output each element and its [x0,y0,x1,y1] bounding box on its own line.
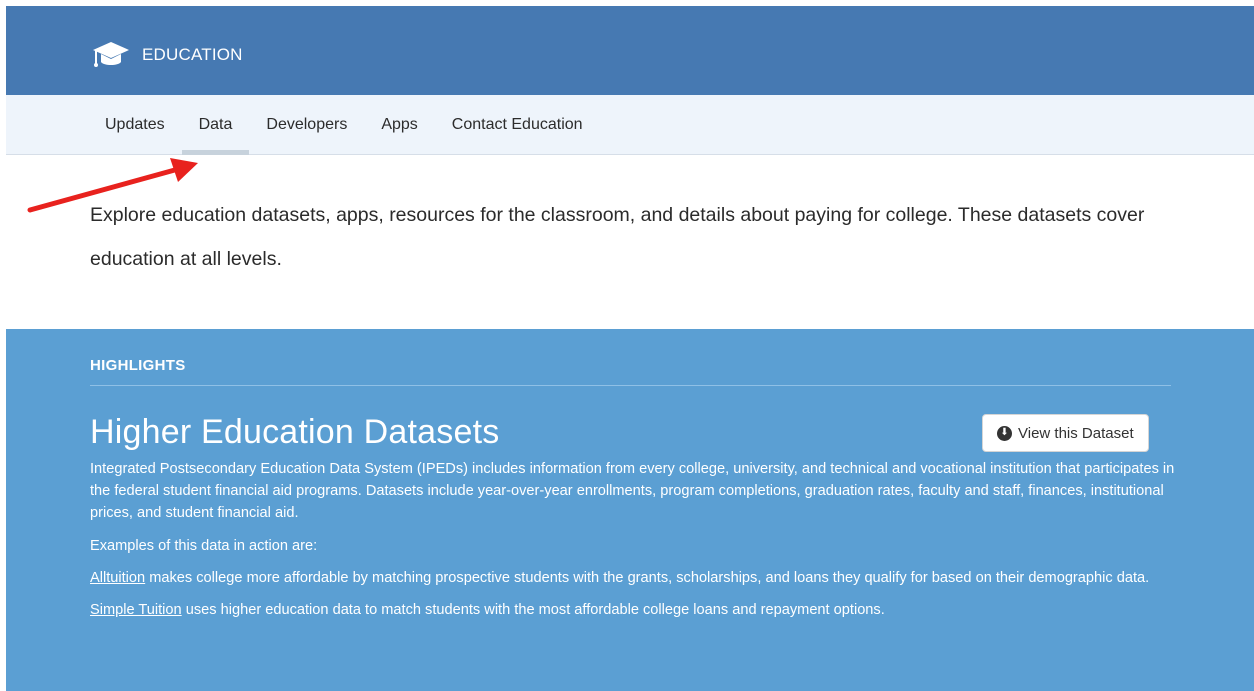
alltuition-link[interactable]: Alltuition [90,570,145,586]
example-item: Alltuition makes college more affordable… [90,567,1175,589]
top-header: EDUCATION [6,6,1254,95]
nav-item-developers[interactable]: Developers [249,95,364,155]
brand[interactable]: EDUCATION [92,40,243,70]
highlight-title: Higher Education Datasets [90,413,500,451]
site-title: EDUCATION [142,45,243,64]
nav-item-apps[interactable]: Apps [364,95,434,155]
highlights-panel: HIGHLIGHTS Higher Education Datasets ⬇ V… [6,329,1254,691]
nav-item-contact-education[interactable]: Contact Education [435,95,600,155]
example-text: uses higher education data to match stud… [181,602,885,618]
examples-intro: Examples of this data in action are: [90,538,318,554]
download-circle-icon: ⬇ [997,425,1012,441]
view-dataset-button[interactable]: ⬇ View this Dataset [982,414,1149,452]
highlights-divider [90,385,1171,386]
example-item: Simple Tuition uses higher education dat… [90,599,1175,621]
simple-tuition-link[interactable]: Simple Tuition [90,602,182,618]
nav-item-data[interactable]: Data [181,95,250,155]
dataset-description: Integrated Postsecondary Education Data … [90,461,1175,521]
highlights-label: HIGHLIGHTS [90,357,186,374]
view-dataset-label: View this Dataset [1018,424,1134,442]
highlight-body: Integrated Postsecondary Education Data … [90,458,1175,631]
sub-navigation: Updates Data Developers Apps Contact Edu… [6,95,1254,155]
graduation-cap-icon [93,42,129,67]
intro-text: Explore education datasets, apps, resour… [90,204,1145,270]
example-text: makes college more affordable by matchin… [145,570,1150,586]
nav-item-updates[interactable]: Updates [90,95,182,155]
